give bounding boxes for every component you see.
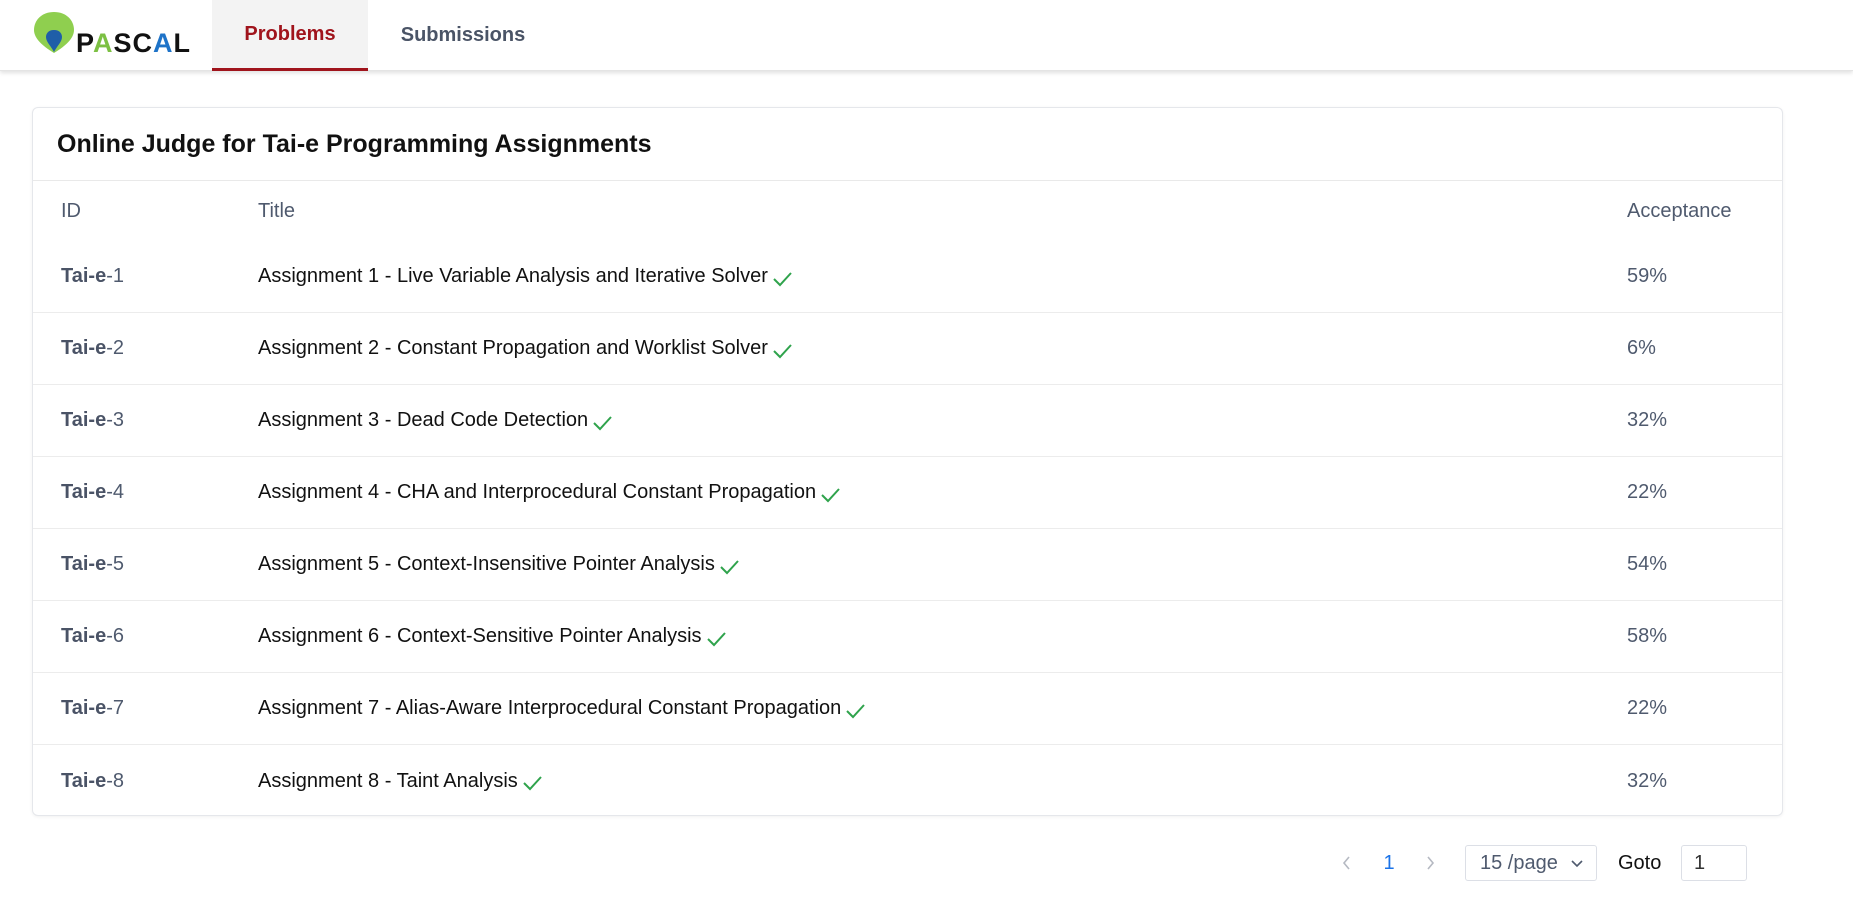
problem-id-prefix: Tai-e [61,265,107,287]
problem-id-prefix: Tai-e [61,337,107,359]
column-header-id: ID [61,199,81,222]
problem-acceptance: 22% [1627,697,1668,719]
location-pin-logo-icon [34,12,74,53]
problem-id-number: -1 [106,265,124,287]
problem-title-cell: Assignment 2 - Constant Propagation and … [258,337,1627,360]
logo-letter: P [76,28,94,58]
problem-title-link[interactable]: Assignment 4 - CHA and Interprocedural C… [258,481,816,504]
problem-id-number: -2 [106,337,124,359]
problem-id-prefix: Tai-e [61,481,107,503]
problem-title-cell: Assignment 4 - CHA and Interprocedural C… [258,481,1627,504]
table-row[interactable]: Tai-e-5 Assignment 5 - Context-Insensitiv… [33,529,1782,601]
logo-text: PASCAL [76,28,191,59]
page-title: Online Judge for Tai-e Programming Assig… [33,108,1782,181]
goto-page-input[interactable] [1681,845,1747,881]
prev-page-button[interactable] [1335,845,1359,881]
chevron-right-icon [1427,856,1435,870]
check-icon [821,487,840,502]
problem-acceptance: 32% [1627,409,1668,431]
check-icon [523,776,542,791]
problem-title-link[interactable]: Assignment 5 - Context-Insensitive Point… [258,553,715,576]
table-header: ID Title Acceptance [33,181,1782,241]
check-icon [773,271,792,286]
table-row[interactable]: Tai-e-3 Assignment 3 - Dead Code Detectio… [33,385,1782,457]
problem-id-prefix: Tai-e [61,697,107,719]
page-size-select[interactable]: 15 /page [1465,845,1597,881]
problem-id-number: -5 [106,553,124,575]
problem-id: Tai-e-8 [33,770,258,793]
problem-id: Tai-e-7 [33,697,258,720]
table-row[interactable]: Tai-e-4 Assignment 4 - CHA and Interproce… [33,457,1782,529]
problem-title-link[interactable]: Assignment 1 - Live Variable Analysis an… [258,265,768,288]
logo-letter: S [113,28,133,58]
problem-id: Tai-e-5 [33,553,258,576]
problem-id: Tai-e-3 [33,409,258,432]
problem-id-number: -6 [106,625,124,647]
problem-title-cell: Assignment 7 - Alias-Aware Interprocedur… [258,697,1627,720]
problem-id: Tai-e-4 [33,481,258,504]
problem-title-link[interactable]: Assignment 2 - Constant Propagation and … [258,337,768,360]
problem-id-prefix: Tai-e [61,409,107,431]
problem-title-link[interactable]: Assignment 6 - Context-Sensitive Pointer… [258,625,702,648]
column-header-acceptance: Acceptance [1627,199,1732,222]
table-row[interactable]: Tai-e-2 Assignment 2 - Constant Propagati… [33,313,1782,385]
problem-id-prefix: Tai-e [61,625,107,647]
problems-card: Online Judge for Tai-e Programming Assig… [32,107,1783,816]
logo-letter: A [153,28,174,58]
problem-list: Tai-e-1 Assignment 1 - Live Variable Anal… [33,241,1782,817]
problem-id: Tai-e-2 [33,337,258,360]
problem-id-number: -7 [106,697,124,719]
page-size-value: 15 /page [1480,851,1558,874]
problem-title-link[interactable]: Assignment 8 - Taint Analysis [258,770,518,793]
check-icon [846,703,866,718]
problem-id-number: -4 [106,481,124,503]
problem-id-number: -3 [106,409,124,431]
check-icon [720,559,739,574]
tab-submissions[interactable]: Submissions [368,0,558,71]
table-row[interactable]: Tai-e-7 Assignment 7 - Alias-Aware Interp… [33,673,1782,745]
next-page-button[interactable] [1418,845,1442,881]
top-header: PASCAL Problems Submissions [0,0,1853,71]
page-number-button[interactable]: 1 [1375,845,1403,881]
problem-title-link[interactable]: Assignment 7 - Alias-Aware Interprocedur… [258,697,841,720]
logo-letter: L [173,28,192,58]
problem-acceptance: 32% [1627,769,1668,792]
problem-title-cell: Assignment 3 - Dead Code Detection [258,409,1627,432]
problem-acceptance: 54% [1627,553,1668,575]
check-icon [773,343,792,358]
logo-letter: C [132,28,154,58]
problem-title-cell: Assignment 8 - Taint Analysis [258,770,1627,793]
pascal-logo[interactable]: PASCAL [32,8,190,58]
goto-label: Goto [1618,851,1662,874]
problem-id-prefix: Tai-e [61,553,107,575]
column-header-title: Title [258,199,296,222]
tab-problems[interactable]: Problems [212,0,368,71]
problem-id: Tai-e-1 [33,265,258,288]
problem-id: Tai-e-6 [33,625,258,648]
table-row[interactable]: Tai-e-6 Assignment 6 - Context-Sensitive … [33,601,1782,673]
chevron-down-icon [1571,860,1583,868]
problem-title-link[interactable]: Assignment 3 - Dead Code Detection [258,409,588,432]
logo-letter: A [93,28,114,58]
table-row[interactable]: Tai-e-8 Assignment 8 - Taint Analysis 32% [33,745,1782,817]
problem-title-cell: Assignment 5 - Context-Insensitive Point… [258,553,1627,576]
problem-acceptance: 58% [1627,625,1668,647]
chevron-left-icon [1342,856,1350,870]
problem-title-cell: Assignment 1 - Live Variable Analysis an… [258,265,1627,288]
check-icon [593,415,612,430]
problem-id-number: -8 [106,769,124,792]
problem-id-prefix: Tai-e [61,769,107,792]
problem-title-cell: Assignment 6 - Context-Sensitive Pointer… [258,625,1627,648]
table-row[interactable]: Tai-e-1 Assignment 1 - Live Variable Anal… [33,241,1782,313]
problem-acceptance: 59% [1627,265,1668,287]
check-icon [706,631,726,646]
problem-acceptance: 6% [1627,337,1656,359]
problem-acceptance: 22% [1627,481,1668,503]
